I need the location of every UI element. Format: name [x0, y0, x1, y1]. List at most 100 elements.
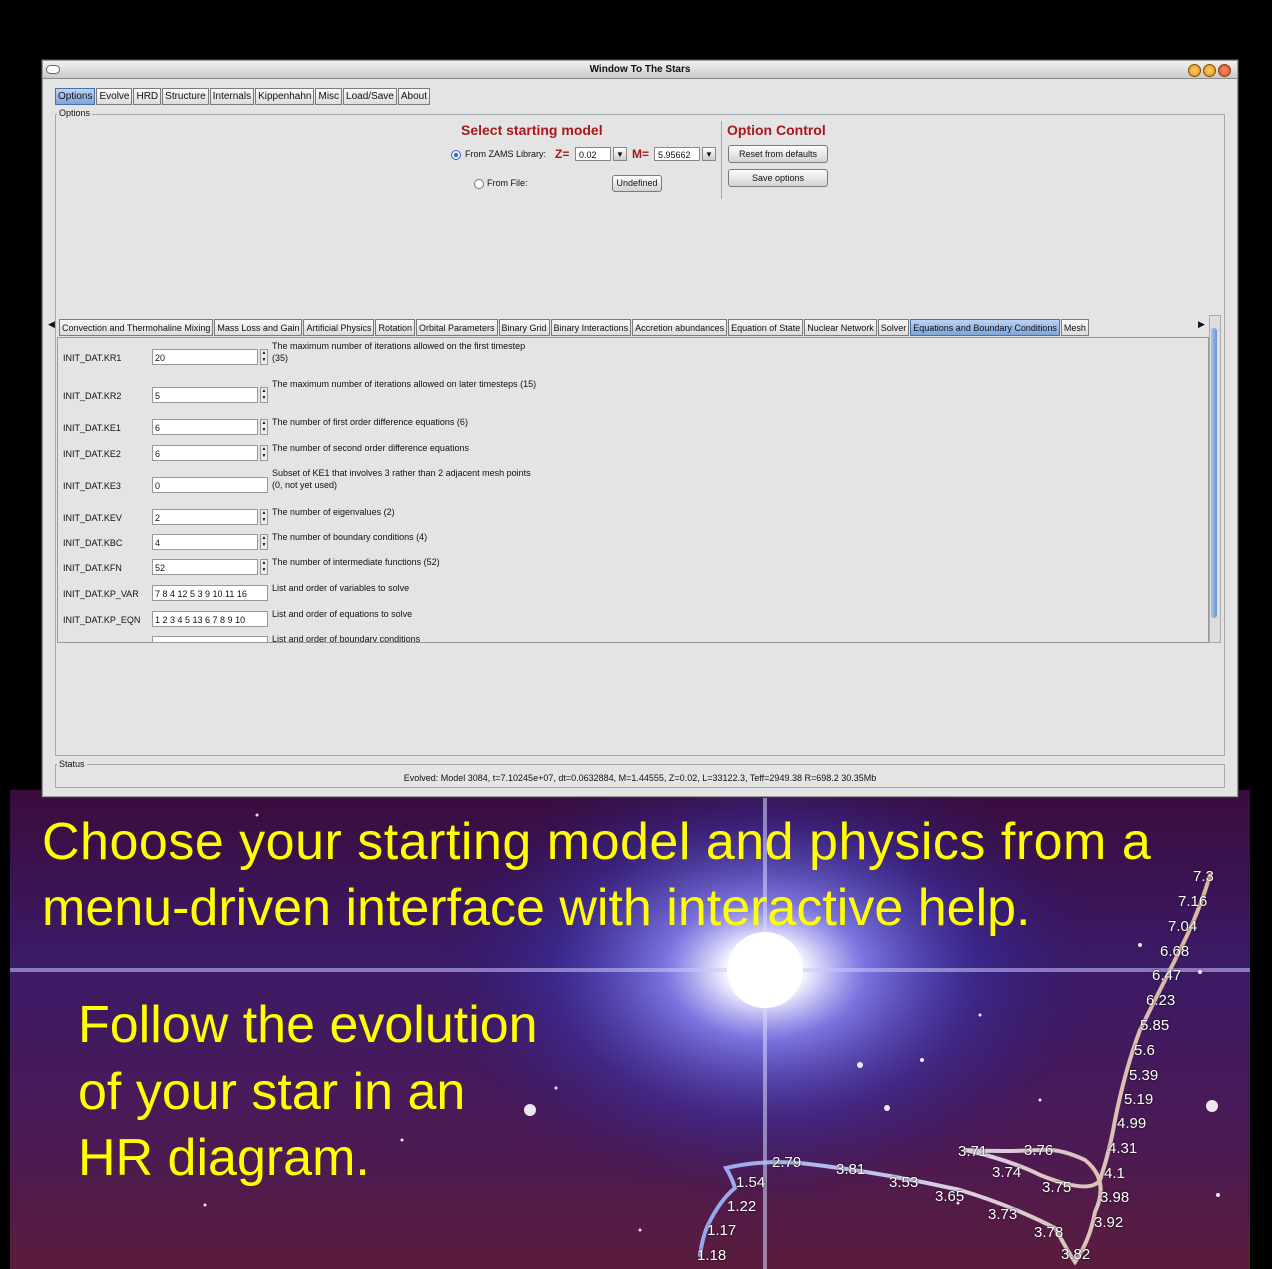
hr-track-label: 5.85 — [1140, 1017, 1170, 1034]
tab-equations-boundary[interactable]: Equations and Boundary Conditions — [910, 319, 1060, 336]
hr-track-label: 7.3 — [1193, 868, 1214, 885]
param-input[interactable]: 20 — [152, 349, 258, 365]
tab-structure[interactable]: Structure — [162, 88, 209, 105]
param-input[interactable]: 5 — [152, 387, 258, 403]
mass-dropdown-chevron-icon[interactable]: ▼ — [702, 147, 716, 161]
param-name: INIT_DAT.KR2 — [63, 391, 122, 401]
scrollbar-thumb[interactable] — [1211, 328, 1217, 618]
hr-track-label: 3.78 — [1034, 1224, 1064, 1241]
tab-binary-interactions[interactable]: Binary Interactions — [550, 319, 632, 336]
tab-hrd[interactable]: HRD — [133, 88, 162, 105]
tab-misc[interactable]: Misc — [315, 88, 343, 105]
tab-binary-grid[interactable]: Binary Grid — [498, 319, 550, 336]
param-name: INIT_DAT.KE3 — [63, 481, 121, 491]
hr-track-label: 3.65 — [935, 1188, 965, 1205]
window-title: Window To The Stars — [589, 64, 691, 75]
tab-accretion-abundances[interactable]: Accretion abundances — [632, 319, 728, 336]
close-button[interactable] — [1218, 64, 1231, 77]
status-text: Evolved: Model 3084, t=7.10245e+07, dt=0… — [403, 773, 877, 783]
caption-line-2: menu-driven interface with interactive h… — [42, 879, 1031, 937]
hr-track-label: 5.6 — [1134, 1042, 1155, 1059]
spinner-icon[interactable]: ▲ ▼ — [260, 387, 268, 403]
param-input[interactable]: 7 8 4 12 5 3 9 10 11 16 — [152, 585, 268, 601]
spinner-icon[interactable]: ▲ ▼ — [260, 559, 268, 575]
tab-nuclear-network[interactable]: Nuclear Network — [804, 319, 877, 336]
param-input[interactable]: 52 — [152, 559, 258, 575]
reset-defaults-button[interactable]: Reset from defaults — [728, 145, 828, 163]
from-file-radio[interactable] — [474, 179, 484, 189]
hr-track-label: 3.73 — [988, 1206, 1018, 1223]
tab-rotation[interactable]: Rotation — [375, 319, 416, 336]
minimize-button[interactable] — [1188, 64, 1201, 77]
tab-kippenhahn[interactable]: Kippenhahn — [255, 88, 315, 105]
status-group-title: Status — [57, 759, 87, 769]
file-chooser-button[interactable]: Undefined — [612, 175, 662, 192]
param-description: Subset of KE1 that involves 3 rather tha… — [272, 468, 531, 490]
hr-track-label: 4.31 — [1108, 1140, 1138, 1157]
tab-about[interactable]: About — [397, 88, 431, 105]
hr-track-label: 3.74 — [992, 1164, 1022, 1181]
spinner-icon[interactable]: ▲ ▼ — [260, 349, 268, 365]
tabs-scroll-right-icon[interactable]: ▶ — [1198, 319, 1205, 330]
tab-mass-loss[interactable]: Mass Loss and Gain — [214, 319, 303, 336]
param-description: List and order of boundary conditions — [272, 634, 421, 643]
zams-label: From ZAMS Library: — [465, 149, 547, 159]
save-options-button[interactable]: Save options — [728, 169, 828, 187]
mass-select[interactable]: 5.95662 — [654, 147, 700, 161]
title-bar: Window To The Stars — [43, 61, 1237, 79]
zams-radio[interactable] — [451, 150, 461, 160]
param-name: INIT_DAT.KE1 — [63, 423, 121, 433]
tab-internals[interactable]: Internals — [209, 88, 255, 105]
physics-tab-bar: Convection and Thermohaline Mixing Mass L… — [59, 319, 1207, 336]
tabs-scroll-left-icon[interactable]: ◀ — [48, 319, 55, 330]
spinner-icon[interactable]: ▲ ▼ — [260, 419, 268, 435]
spinner-icon[interactable]: ▲ ▼ — [260, 445, 268, 461]
hr-track-label: 3.82 — [1061, 1246, 1091, 1263]
param-input[interactable] — [152, 636, 268, 642]
hr-track-label: 3.53 — [889, 1174, 919, 1191]
param-input[interactable]: 2 — [152, 509, 258, 525]
hr-track-label: 7.04 — [1168, 918, 1198, 935]
tab-mesh[interactable]: Mesh — [1060, 319, 1089, 336]
param-name: INIT_DAT.KEV — [63, 513, 122, 523]
param-input[interactable]: 4 — [152, 534, 258, 550]
z-dropdown-chevron-icon[interactable]: ▼ — [613, 147, 627, 161]
tab-convection[interactable]: Convection and Thermohaline Mixing — [59, 319, 214, 336]
caption-line-1: Choose your starting model and physics f… — [42, 813, 1152, 871]
param-input[interactable]: 0 — [152, 477, 268, 493]
param-input[interactable]: 6 — [152, 445, 258, 461]
param-description: List and order of equations to solve — [272, 609, 413, 619]
tab-solver[interactable]: Solver — [877, 319, 910, 336]
param-description: The number of boundary conditions (4) — [272, 532, 428, 542]
tab-artificial-physics[interactable]: Artificial Physics — [303, 319, 375, 336]
hr-track-label: 4.1 — [1104, 1165, 1125, 1182]
spinner-icon[interactable]: ▲ ▼ — [260, 509, 268, 525]
tab-load-save[interactable]: Load/Save — [343, 88, 397, 105]
z-label: Z= — [555, 147, 570, 161]
param-input[interactable]: 6 — [152, 419, 258, 435]
zoom-button[interactable] — [1203, 64, 1216, 77]
status-group: Evolved: Model 3084, t=7.10245e+07, dt=0… — [55, 764, 1225, 788]
hr-caption-line-3: HR diagram. — [78, 1129, 370, 1187]
param-description: The number of intermediate functions (52… — [272, 557, 440, 567]
param-description: The number of eigenvalues (2) — [272, 507, 395, 517]
tab-options[interactable]: Options — [55, 88, 96, 105]
param-description: List and order of variables to solve — [272, 583, 410, 593]
hr-track-label: 3.75 — [1042, 1179, 1072, 1196]
hr-track-label: 4.99 — [1117, 1115, 1147, 1132]
param-name: INIT_DAT.KFN — [63, 563, 122, 573]
m-label: M= — [632, 147, 650, 161]
hr-track-label: 3.81 — [836, 1161, 866, 1178]
hr-caption-line-2: of your star in an — [78, 1063, 466, 1121]
param-name: INIT_DAT.KP_EQN — [63, 615, 141, 625]
tab-evolve[interactable]: Evolve — [96, 88, 133, 105]
z-select[interactable]: 0.02 — [575, 147, 611, 161]
param-input[interactable]: 1 2 3 4 5 13 6 7 8 9 10 — [152, 611, 268, 627]
tab-equation-of-state[interactable]: Equation of State — [728, 319, 804, 336]
param-description: The number of second order difference eq… — [272, 443, 469, 453]
vertical-scrollbar[interactable] — [1209, 315, 1221, 643]
options-group-title: Options — [57, 108, 93, 118]
hr-track-label: 3.92 — [1094, 1214, 1124, 1231]
spinner-icon[interactable]: ▲ ▼ — [260, 534, 268, 550]
tab-orbital-parameters[interactable]: Orbital Parameters — [416, 319, 498, 336]
